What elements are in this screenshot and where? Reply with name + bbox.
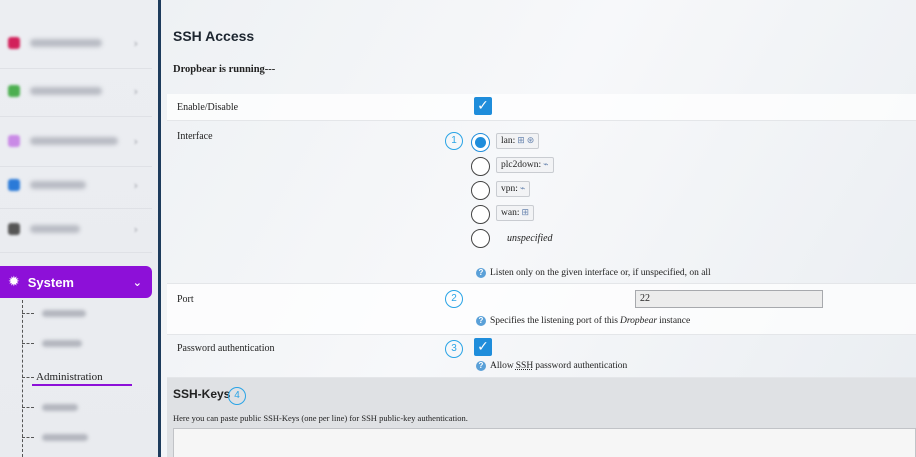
password-help-abbr: SSH [515, 361, 534, 371]
submenu-item[interactable] [22, 334, 82, 352]
tree-dash [22, 376, 34, 378]
blurred-label [42, 403, 78, 411]
interface-radio-plc2down[interactable] [471, 157, 490, 176]
sidebar-item-label: System [27, 274, 74, 290]
interface-help: ? Listen only on the given interface or,… [476, 268, 711, 278]
port-help-emphasis: Dropbear [619, 316, 658, 326]
blurred-label [30, 225, 80, 233]
annotation-2: 2 [445, 290, 463, 308]
interface-option-label: vpn: [501, 184, 518, 194]
chevron-down-icon: ⌄ [132, 275, 142, 289]
ssh-keys-description: Here you can paste public SSH-Keys (one … [173, 413, 468, 423]
tree-dash [22, 406, 34, 408]
menu-icon [8, 37, 20, 49]
blurred-label [42, 309, 86, 317]
page-title: SSH Access [173, 28, 255, 44]
separator [0, 166, 152, 167]
active-indicator [32, 384, 132, 386]
interface-option-wan: wan: ⊞ [496, 205, 535, 221]
password-checkbox[interactable]: ✓ [474, 338, 492, 356]
help-icon: ? [476, 268, 486, 278]
sidebar-item-1[interactable]: › [0, 26, 152, 60]
interface-option-label: lan: [501, 136, 516, 146]
sidebar-item-5[interactable]: › [0, 212, 152, 246]
submenu-item[interactable] [22, 304, 86, 322]
network-icon: ⊞ [521, 208, 530, 218]
interface-option-plc2down: plc2down: ⌁ [496, 157, 554, 173]
port-label: Port [177, 294, 194, 305]
wifi-icon: ⊛ [526, 136, 535, 146]
port-help-suffix: instance [659, 316, 691, 326]
blurred-label [42, 433, 88, 441]
port-help: ? Specifies the listening port of this D… [476, 316, 690, 326]
blurred-label [30, 181, 86, 189]
sidebar-item-3[interactable]: › [0, 124, 152, 158]
submenu-item[interactable] [22, 398, 78, 416]
dashboard-icon [8, 179, 20, 191]
chevron-right-icon: › [133, 36, 138, 50]
password-help-prefix: Allow [490, 361, 514, 371]
separator [0, 68, 152, 69]
separator [0, 116, 152, 117]
blurred-label [42, 339, 82, 347]
interface-option-vpn: vpn: ⌁ [496, 181, 531, 197]
sidebar-item-2[interactable]: › [0, 74, 152, 108]
services-icon [8, 223, 20, 235]
interface-option-unspecified: unspecified [507, 233, 553, 244]
annotation-4: 4 [228, 387, 246, 405]
ethernet-icon: ⌁ [543, 160, 549, 170]
blurred-label [30, 39, 102, 47]
tree-dash [22, 436, 34, 438]
blurred-label [30, 137, 118, 145]
blurred-label [30, 87, 102, 95]
separator [0, 252, 152, 253]
sidebar-item-4[interactable]: › [0, 168, 152, 202]
annotation-3: 3 [445, 340, 463, 358]
interface-radio-vpn[interactable] [471, 181, 490, 200]
ssh-keys-textarea[interactable] [173, 428, 916, 457]
interface-option-label: wan: [501, 208, 520, 218]
chevron-right-icon: › [133, 84, 138, 98]
submenu-label: Administration [36, 371, 103, 383]
help-icon: ? [476, 361, 486, 371]
status-text: Dropbear is running--- [173, 64, 276, 75]
tree-dash [22, 342, 34, 344]
enable-checkbox[interactable]: ✓ [474, 97, 492, 115]
main-content: SSH Access Dropbear is running--- Enable… [161, 0, 916, 457]
interface-option-label: plc2down: [501, 160, 542, 170]
interface-radio-lan[interactable] [471, 133, 490, 152]
interface-row: Interface [167, 121, 916, 284]
interface-help-text: Listen only on the given interface or, i… [490, 268, 711, 278]
network-icon [8, 85, 20, 97]
help-icon: ? [476, 316, 486, 326]
interface-radio-wan[interactable] [471, 205, 490, 224]
network-icon: ⊞ [517, 136, 525, 146]
interface-label: Interface [177, 131, 213, 142]
ssh-keys-title-text: SSH-Keys [173, 387, 231, 401]
separator [0, 208, 152, 209]
annotation-1: 1 [445, 132, 463, 150]
password-help-suffix: password authentication [535, 361, 628, 371]
password-row: Password authentication [167, 335, 916, 378]
password-label: Password authentication [177, 343, 275, 354]
communication-icon [8, 135, 20, 147]
sidebar: › › › › › ✹ System ⌄ Administration [0, 0, 160, 457]
ssh-keys-title: SSH-Keys [173, 387, 230, 401]
chevron-right-icon: › [133, 178, 138, 192]
submenu-item[interactable] [22, 428, 88, 446]
enable-label: Enable/Disable [177, 102, 239, 113]
interface-radio-unspecified[interactable] [471, 229, 490, 248]
tree-dash [22, 312, 34, 314]
port-input[interactable]: 22 [635, 290, 823, 308]
ethernet-icon: ⌁ [519, 184, 526, 194]
port-help-prefix: Specifies the listening port of this [490, 316, 618, 326]
chevron-right-icon: › [133, 134, 138, 148]
chevron-right-icon: › [133, 222, 138, 236]
gear-icon: ✹ [8, 274, 20, 290]
enable-row: Enable/Disable ✓ [167, 94, 916, 121]
interface-option-lan: lan: ⊞ ⊛ [496, 133, 540, 149]
password-help: ? Allow SSH password authentication [476, 361, 627, 371]
sidebar-item-system[interactable]: ✹ System ⌄ [0, 266, 152, 298]
